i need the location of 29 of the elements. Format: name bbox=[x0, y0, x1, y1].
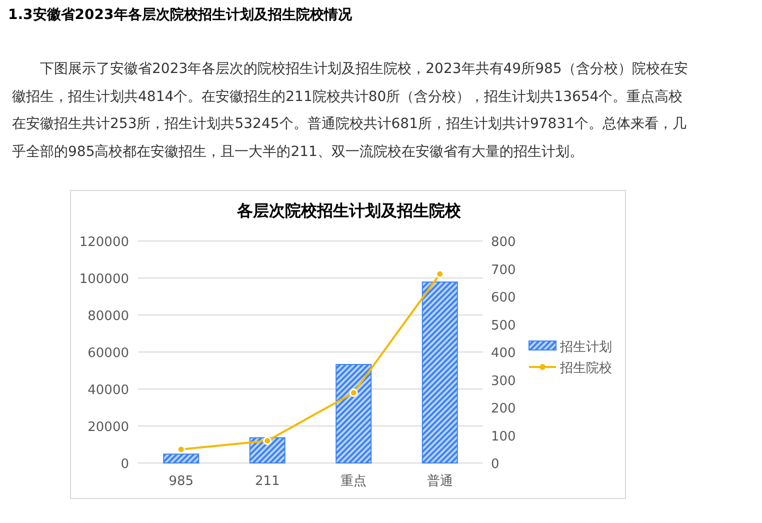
y-axis-label: 20000 bbox=[88, 420, 129, 435]
x-axis-label: 211 bbox=[254, 474, 280, 489]
y-axis-label: 100000 bbox=[79, 272, 129, 287]
secondary-y-axis-label: 0 bbox=[491, 457, 500, 472]
x-axis-label: 985 bbox=[168, 474, 194, 489]
data-point bbox=[436, 270, 444, 278]
y-axis-label: 0 bbox=[120, 457, 129, 472]
chart-title: 各层次院校招生计划及招生院校 bbox=[237, 201, 461, 220]
secondary-y-axis-label: 500 bbox=[491, 318, 516, 334]
legend-label: 招生院校 bbox=[560, 361, 612, 376]
secondary-y-axis-label: 800 bbox=[491, 235, 516, 250]
y-axis-label: 120000 bbox=[79, 235, 129, 250]
secondary-y-axis-label: 700 bbox=[491, 262, 516, 278]
y-axis-label: 60000 bbox=[88, 346, 129, 361]
secondary-y-axis-label: 400 bbox=[491, 346, 516, 361]
data-point bbox=[349, 388, 358, 398]
y-axis-label: 40000 bbox=[88, 383, 129, 398]
data-point bbox=[176, 445, 186, 454]
x-axis-label: 重点 bbox=[340, 474, 367, 489]
legend-label: 招生计划 bbox=[560, 340, 612, 355]
secondary-y-axis-label: 200 bbox=[491, 402, 516, 416]
secondary-y-axis-label: 600 bbox=[491, 290, 516, 306]
data-point bbox=[263, 436, 272, 446]
paragraph: 下图展示了安徽省2023年各层次的院校招生计划及招生院校，2023年共有49所985（含分校）院校在安徽招生，招生计划共4814个。在安徽招生的211院校共计80所（含分校），招生计划共13654个。重点高校在安徽招生共计253所，招生计划共53245个。普通院校共计681所，招生计划共计97831个。总体来看，几乎全部的985高校都在安徽招生，且一大半的211、双一流院校在安徽省有大量的招生计划。 bbox=[12, 60, 689, 162]
y-axis-label: 80000 bbox=[88, 309, 129, 324]
section-heading: 1.3安徽省2023年各层次院校招生计划及招生院校情况 bbox=[8, 6, 352, 25]
secondary-y-axis-label: 300 bbox=[491, 374, 516, 389]
x-axis-label: 普通 bbox=[426, 474, 453, 489]
secondary-y-axis-label: 100 bbox=[491, 429, 516, 444]
